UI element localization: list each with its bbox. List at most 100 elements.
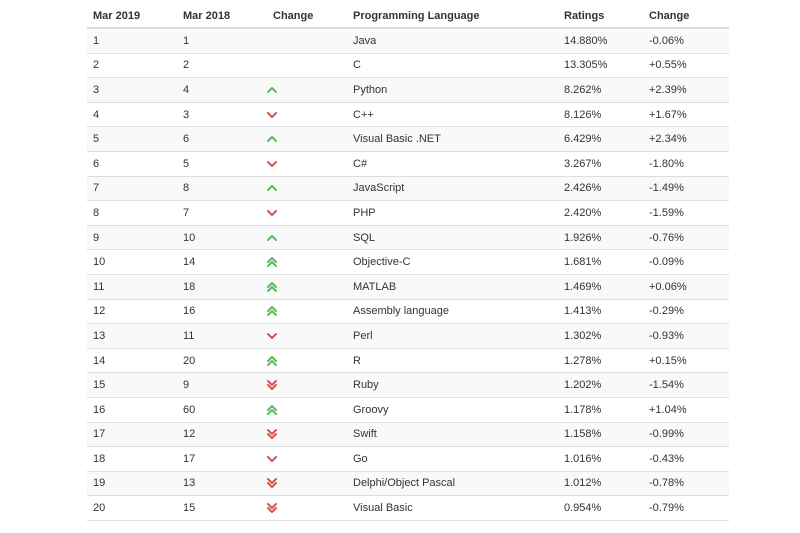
double-chevron-up-icon (267, 306, 277, 317)
double-chevron-down-icon (267, 503, 277, 514)
cell-change-trend (267, 28, 347, 54)
cell-change-trend (267, 53, 347, 79)
table-row: 17 12 Swift 1.158% -0.99% (87, 422, 729, 448)
cell-rating: 8.126% (558, 102, 643, 128)
cell-mar-2019: 18 (87, 446, 177, 472)
cell-mar-2018: 4 (177, 77, 267, 103)
cell-change-trend (267, 102, 347, 128)
cell-language: Assembly language (347, 299, 558, 325)
cell-rating: 14.880% (558, 28, 643, 54)
cell-mar-2018: 3 (177, 102, 267, 128)
cell-rating: 13.305% (558, 53, 643, 79)
cell-rating: 8.262% (558, 77, 643, 103)
cell-mar-2019: 15 (87, 372, 177, 398)
header-ratings: Ratings (558, 4, 643, 29)
double-chevron-down-icon (267, 429, 277, 440)
table-row: 10 14 Objective-C 1.681% -0.09% (87, 249, 729, 275)
cell-mar-2018: 6 (177, 126, 267, 152)
cell-change-trend (267, 200, 347, 226)
cell-mar-2019: 8 (87, 200, 177, 226)
cell-mar-2018: 1 (177, 28, 267, 54)
header-mar-2019: Mar 2019 (87, 4, 177, 29)
table-row: 14 20 R 1.278% +0.15% (87, 348, 729, 374)
cell-language: C (347, 53, 558, 79)
cell-rating: 0.954% (558, 495, 643, 521)
chevron-down-icon (267, 111, 277, 118)
cell-language: C++ (347, 102, 558, 128)
cell-change-trend (267, 299, 347, 325)
double-chevron-up-icon (267, 257, 277, 268)
table-row: 12 16 Assembly language 1.413% -0.29% (87, 299, 729, 325)
cell-change-trend (267, 348, 347, 374)
chevron-up-icon (267, 86, 277, 93)
cell-change-trend (267, 274, 347, 300)
cell-mar-2018: 15 (177, 495, 267, 521)
table-row: 6 5 C# 3.267% -1.80% (87, 151, 729, 177)
cell-change-percent: +1.04% (643, 397, 729, 423)
cell-language: JavaScript (347, 176, 558, 202)
cell-language: SQL (347, 225, 558, 251)
cell-language: Delphi/Object Pascal (347, 471, 558, 497)
cell-language: Python (347, 77, 558, 103)
cell-change-trend (267, 495, 347, 521)
cell-change-percent: +0.15% (643, 348, 729, 374)
chevron-up-icon (267, 234, 277, 241)
cell-mar-2019: 19 (87, 471, 177, 497)
table-row: 3 4 Python 8.262% +2.39% (87, 77, 729, 103)
cell-mar-2018: 17 (177, 446, 267, 472)
cell-change-trend (267, 151, 347, 177)
table-row: 11 18 MATLAB 1.469% +0.06% (87, 274, 729, 300)
table-row: 5 6 Visual Basic .NET 6.429% +2.34% (87, 126, 729, 152)
chevron-down-icon (267, 332, 277, 339)
cell-mar-2018: 8 (177, 176, 267, 202)
cell-mar-2018: 60 (177, 397, 267, 423)
header-change-percent: Change (643, 4, 729, 29)
table-header: Mar 2019 Mar 2018 Change Programming Lan… (87, 4, 729, 29)
cell-language: MATLAB (347, 274, 558, 300)
double-chevron-down-icon (267, 478, 277, 489)
cell-change-percent: -0.09% (643, 249, 729, 275)
cell-change-percent: -0.06% (643, 28, 729, 54)
table-row: 2 2 C 13.305% +0.55% (87, 53, 729, 79)
cell-mar-2019: 9 (87, 225, 177, 251)
cell-change-trend (267, 323, 347, 349)
cell-rating: 2.420% (558, 200, 643, 226)
table-row: 9 10 SQL 1.926% -0.76% (87, 225, 729, 251)
cell-mar-2019: 1 (87, 28, 177, 54)
table-row: 13 11 Perl 1.302% -0.93% (87, 323, 729, 349)
table-row: 8 7 PHP 2.420% -1.59% (87, 200, 729, 226)
table-row: 20 15 Visual Basic 0.954% -0.79% (87, 495, 729, 521)
header-change-trend: Change (267, 4, 347, 29)
cell-mar-2018: 12 (177, 422, 267, 448)
ranking-table-container: Mar 2019 Mar 2018 Change Programming Lan… (87, 4, 729, 521)
cell-mar-2019: 5 (87, 126, 177, 152)
chevron-up-icon (267, 185, 277, 192)
cell-mar-2019: 3 (87, 77, 177, 103)
cell-rating: 1.178% (558, 397, 643, 423)
cell-language: Groovy (347, 397, 558, 423)
cell-language: Visual Basic (347, 495, 558, 521)
cell-change-percent: -1.59% (643, 200, 729, 226)
cell-mar-2019: 7 (87, 176, 177, 202)
chevron-down-icon (267, 160, 277, 167)
cell-change-percent: -0.78% (643, 471, 729, 497)
table-row: 19 13 Delphi/Object Pascal 1.012% -0.78% (87, 471, 729, 497)
cell-change-percent: +0.55% (643, 53, 729, 79)
cell-change-percent: -0.76% (643, 225, 729, 251)
cell-rating: 2.426% (558, 176, 643, 202)
cell-language: PHP (347, 200, 558, 226)
cell-change-percent: +2.34% (643, 126, 729, 152)
cell-rating: 1.926% (558, 225, 643, 251)
cell-mar-2018: 13 (177, 471, 267, 497)
cell-rating: 3.267% (558, 151, 643, 177)
table-row: 7 8 JavaScript 2.426% -1.49% (87, 176, 729, 202)
cell-language: Go (347, 446, 558, 472)
cell-change-percent: +1.67% (643, 102, 729, 128)
cell-change-trend (267, 249, 347, 275)
cell-mar-2019: 11 (87, 274, 177, 300)
cell-change-trend (267, 372, 347, 398)
chevron-down-icon (267, 209, 277, 216)
header-mar-2018: Mar 2018 (177, 4, 267, 29)
cell-language: Visual Basic .NET (347, 126, 558, 152)
cell-change-percent: -0.29% (643, 299, 729, 325)
